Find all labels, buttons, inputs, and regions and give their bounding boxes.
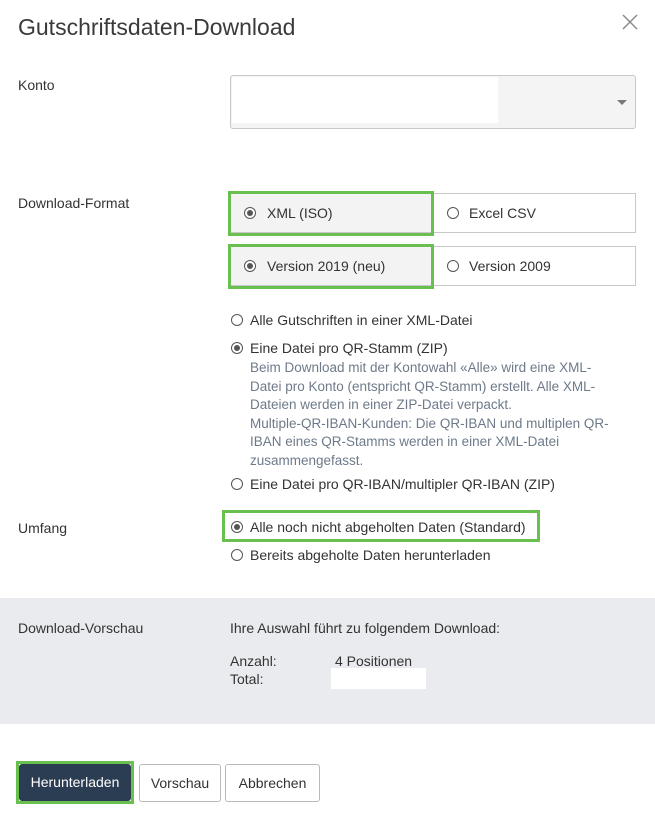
description-line: Dateien werden in einer ZIP-Datei verpac… <box>250 397 512 412</box>
konto-label: Konto <box>18 77 55 93</box>
umfang-option-not-fetched-label: Alle noch nicht abgeholten Daten (Standa… <box>250 519 526 535</box>
file-option-per-qr-stamm[interactable]: Eine Datei pro QR-Stamm (ZIP) <box>230 340 630 359</box>
download-format-label: Download-Format <box>18 195 130 211</box>
umfang-option-already-fetched-label: Bereits abgeholte Daten herunterladen <box>250 547 491 563</box>
radio-unselected-icon <box>231 314 243 326</box>
chevron-down-icon <box>617 100 627 105</box>
file-option-description: Beim Download mit der Kontowahl «Alle» w… <box>250 359 630 470</box>
dialog-title: Gutschriftsdaten-Download <box>18 14 296 40</box>
file-option-per-qr-stamm-label: Eine Datei pro QR-Stamm (ZIP) <box>250 340 448 356</box>
format-option-csv[interactable]: Excel CSV <box>432 193 636 233</box>
umfang-label: Umfang <box>18 520 68 536</box>
version-option-2009[interactable]: Version 2009 <box>432 246 636 286</box>
description-line: Multiple-QR-IBAN-Kunden: Die QR-IBAN und… <box>250 415 609 431</box>
highlight-frame <box>228 191 434 236</box>
description-line: Beim Download mit der Kontowahl «Alle» w… <box>250 360 592 375</box>
highlight-frame <box>228 244 434 289</box>
file-option-single-xml[interactable]: Alle Gutschriften in einer XML-Datei <box>230 312 630 331</box>
konto-select[interactable] <box>230 75 636 129</box>
download-button[interactable]: Herunterladen <box>19 764 131 801</box>
file-option-per-qr-iban[interactable]: Eine Datei pro QR-IBAN/multipler QR-IBAN… <box>230 476 630 495</box>
umfang-option-not-fetched[interactable]: Alle noch nicht abgeholten Daten (Standa… <box>230 519 530 538</box>
cancel-button[interactable]: Abbrechen <box>225 764 320 802</box>
preview-intro: Ihre Auswahl führt zu folgendem Download… <box>230 620 501 636</box>
radio-unselected-icon <box>231 478 243 490</box>
description-line: Datei pro Konto (entspricht QR-Stamm) er… <box>250 378 596 394</box>
preview-button[interactable]: Vorschau <box>139 764 221 802</box>
version-option-2009-label: Version 2009 <box>469 258 551 274</box>
radio-unselected-icon <box>231 549 243 561</box>
radio-unselected-icon <box>447 260 459 272</box>
description-line: IBAN eines QR-Stamms werden in einer XML… <box>250 434 560 449</box>
download-preview-panel: Download-Vorschau Ihre Auswahl führt zu … <box>0 598 655 724</box>
count-value: 4 Positionen <box>335 653 413 669</box>
description-line: zusammengefasst. <box>250 452 364 468</box>
total-value <box>331 668 426 689</box>
radio-selected-icon <box>231 521 243 533</box>
radio-selected-icon <box>231 342 243 354</box>
preview-label: Download-Vorschau <box>18 620 144 636</box>
count-label: Anzahl: <box>230 653 277 669</box>
file-option-per-qr-iban-label: Eine Datei pro QR-IBAN/multipler QR-IBAN… <box>250 476 555 492</box>
total-label: Total: <box>230 671 264 687</box>
close-icon[interactable] <box>620 12 640 32</box>
radio-unselected-icon <box>447 207 459 219</box>
konto-select-value <box>232 77 498 123</box>
format-option-csv-label: Excel CSV <box>469 205 536 221</box>
umfang-option-already-fetched[interactable]: Bereits abgeholte Daten herunterladen <box>230 547 530 566</box>
file-option-single-xml-label: Alle Gutschriften in einer XML-Datei <box>250 312 473 328</box>
